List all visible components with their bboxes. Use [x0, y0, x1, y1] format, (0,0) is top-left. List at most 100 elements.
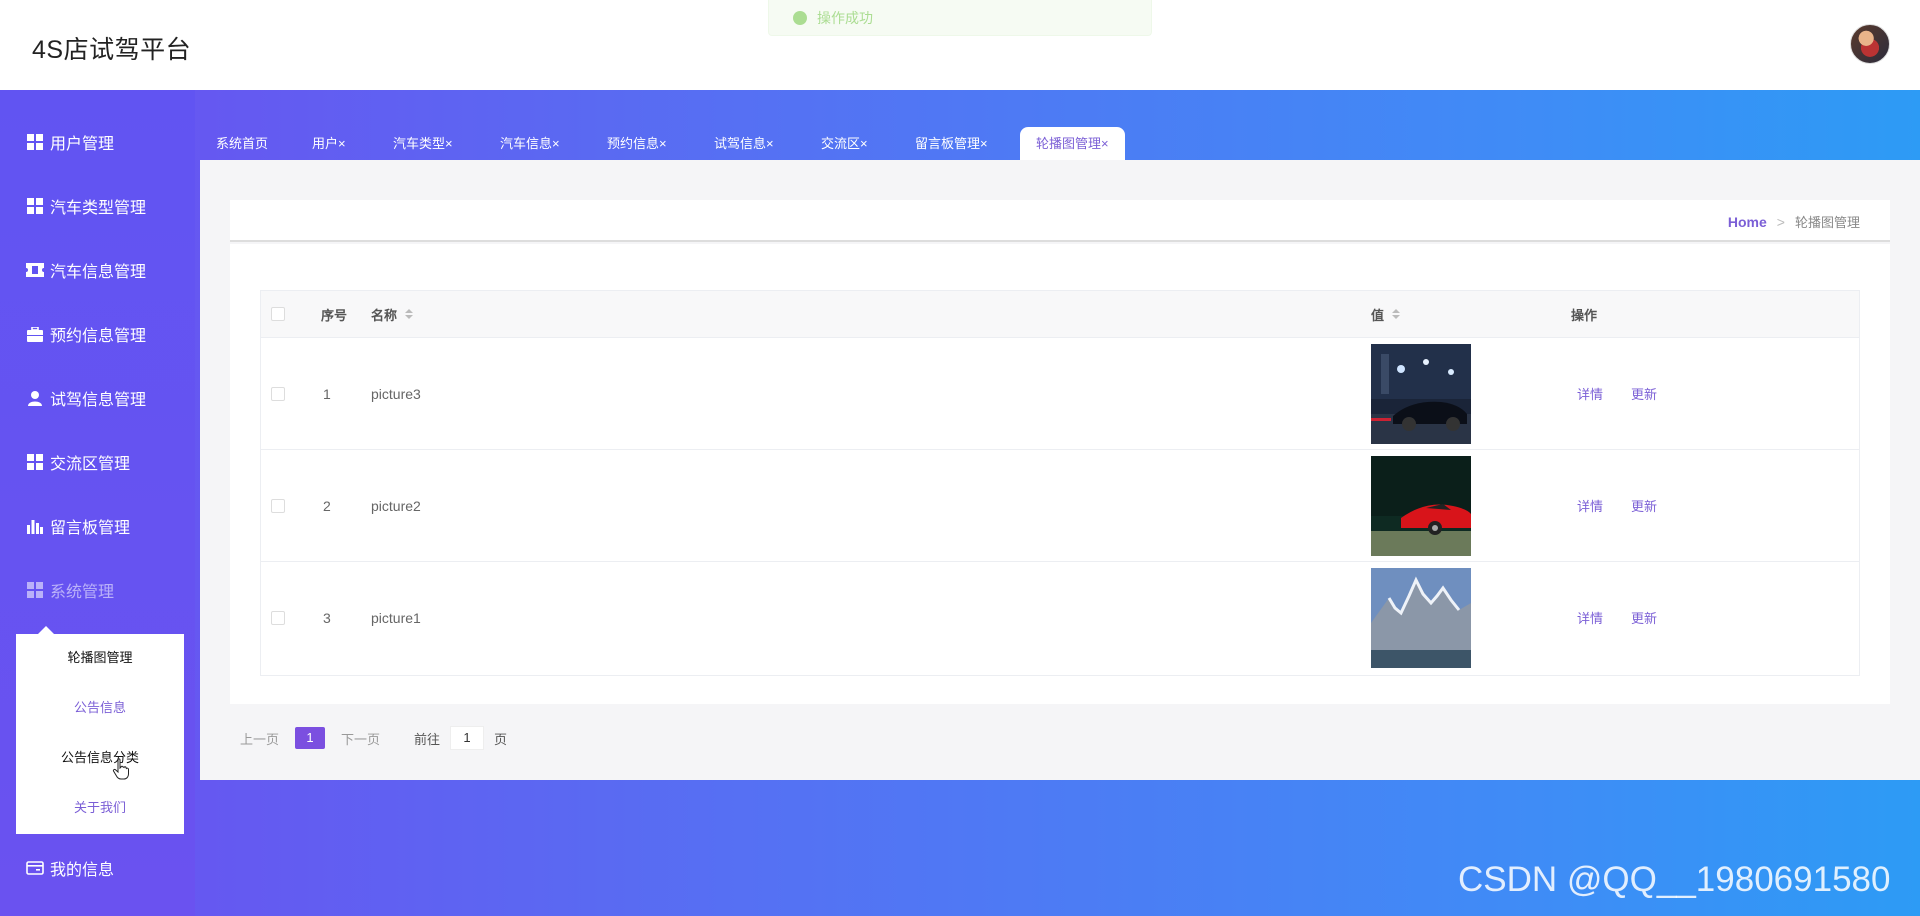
detail-button[interactable]: 详情 [1577, 384, 1603, 403]
sidebar-item-message-board[interactable]: 留言板管理 [0, 506, 195, 546]
update-button[interactable]: 更新 [1631, 496, 1657, 515]
sidebar-item-label: 用户管理 [50, 136, 115, 153]
goto-page-input[interactable]: 1 [450, 726, 485, 750]
submenu-item-about-us[interactable]: 关于我们 [16, 796, 184, 820]
sidebar-item-booking-management[interactable]: 预约信息管理 [0, 314, 195, 354]
tab-home[interactable]: 系统首页 [216, 127, 268, 160]
sidebar-item-car-info-management[interactable]: 汽车信息管理 [0, 250, 195, 290]
row-image [1371, 562, 1471, 673]
detail-button[interactable]: 详情 [1577, 496, 1603, 515]
id-card-icon [26, 859, 44, 877]
header-value[interactable]: 值 [1371, 291, 1401, 337]
breadcrumb-bar: Home > 轮播图管理 [230, 200, 1890, 242]
grid-icon [26, 581, 44, 599]
close-icon[interactable]: × [659, 136, 667, 151]
hand-cursor-icon [112, 758, 129, 780]
row-index: 1 [323, 385, 331, 402]
row-index: 2 [323, 497, 331, 514]
tab-car-type[interactable]: 汽车类型× [393, 127, 453, 160]
table-card: 序号 名称 值 操作 1 picture3 详情 更新 2 picture2 详… [230, 244, 1890, 704]
update-button[interactable]: 更新 [1631, 384, 1657, 403]
row-image [1371, 338, 1471, 449]
close-icon[interactable]: × [860, 136, 868, 151]
tab-car-info[interactable]: 汽车信息× [500, 127, 560, 160]
data-table: 序号 名称 值 操作 1 picture3 详情 更新 2 picture2 详… [260, 290, 1860, 676]
sidebar-item-label: 汽车信息管理 [50, 264, 147, 281]
table-header: 序号 名称 值 操作 [261, 291, 1859, 337]
sidebar-item-car-type-management[interactable]: 汽车类型管理 [0, 186, 195, 226]
prev-page-button[interactable]: 上一页 [240, 729, 279, 748]
table-row: 1 picture3 详情 更新 [261, 337, 1859, 449]
row-checkbox[interactable] [271, 450, 285, 561]
breadcrumb-separator: > [1776, 214, 1785, 230]
grid-icon [26, 133, 44, 151]
sidebar-item-testdrive-management[interactable]: 试驾信息管理 [0, 378, 195, 418]
close-icon[interactable]: × [1101, 136, 1109, 151]
breadcrumb-current: 轮播图管理 [1794, 215, 1860, 230]
system-submenu: 轮播图管理 公告信息 公告信息分类 关于我们 [16, 626, 184, 834]
close-icon[interactable]: × [338, 136, 346, 151]
mountain-image [1371, 567, 1471, 668]
sidebar-item-label: 交流区管理 [50, 456, 131, 473]
watermark: CSDN @QQ__1980691580 [1458, 860, 1891, 899]
row-checkbox[interactable] [271, 562, 285, 673]
success-toast: 操作成功 [768, 0, 1152, 36]
page-number-current[interactable]: 1 [295, 727, 326, 749]
tab-message-board[interactable]: 留言板管理× [915, 127, 988, 160]
close-icon[interactable]: × [445, 136, 453, 151]
tab-testdrive-info[interactable]: 试驾信息× [714, 127, 774, 160]
sidebar-item-label: 留言板管理 [50, 520, 131, 537]
tab-booking-info[interactable]: 预约信息× [607, 127, 667, 160]
breadcrumb: Home > 轮播图管理 [1728, 212, 1860, 231]
row-checkbox[interactable] [271, 338, 285, 449]
goto-label: 前往 [414, 731, 441, 747]
tab-forum[interactable]: 交流区× [821, 127, 868, 160]
sidebar-item-label: 预约信息管理 [50, 328, 147, 345]
main-content: Home > 轮播图管理 序号 名称 值 操作 1 picture3 详情 更新… [200, 160, 1920, 780]
grid-icon [26, 197, 44, 215]
submenu-item-carousel[interactable]: 轮播图管理 [16, 646, 184, 670]
row-name: picture2 [371, 497, 421, 514]
header-index: 序号 [321, 307, 348, 323]
row-name: picture1 [371, 609, 421, 626]
bar-chart-icon [26, 517, 44, 535]
briefcase-icon [26, 325, 44, 343]
close-icon[interactable]: × [766, 136, 774, 151]
sidebar-item-label: 试驾信息管理 [50, 392, 147, 409]
sidebar-item-label: 我的信息 [50, 862, 115, 879]
close-icon[interactable]: × [552, 136, 560, 151]
tab-carousel-management[interactable]: 轮播图管理× [1020, 127, 1125, 160]
row-index: 3 [323, 609, 331, 626]
app-title: 4S店试驾平台 [32, 36, 192, 64]
submenu-item-notice-category[interactable]: 公告信息分类 [16, 746, 184, 770]
next-page-button[interactable]: 下一页 [341, 729, 380, 748]
sidebar-item-label: 汽车类型管理 [50, 200, 147, 217]
breadcrumb-home[interactable]: Home [1728, 214, 1767, 230]
car-night-image [1371, 343, 1471, 444]
row-image [1371, 450, 1471, 561]
sidebar-item-label: 系统管理 [50, 584, 115, 601]
row-name: picture3 [371, 385, 421, 402]
detail-button[interactable]: 详情 [1577, 608, 1603, 627]
table-row: 3 picture1 详情 更新 [261, 561, 1859, 673]
check-circle-icon [793, 10, 807, 25]
header-name[interactable]: 名称 [371, 291, 414, 337]
user-icon [26, 389, 44, 407]
sort-icon[interactable] [405, 309, 414, 319]
toast-message: 操作成功 [817, 9, 873, 26]
update-button[interactable]: 更新 [1631, 608, 1657, 627]
top-header: 4S店试驾平台 操作成功 [0, 0, 1920, 90]
avatar[interactable] [1850, 24, 1890, 64]
page-unit-label: 页 [494, 731, 508, 747]
sidebar-item-my-info[interactable]: 我的信息 [0, 848, 195, 888]
grid-icon [26, 453, 44, 471]
sort-icon[interactable] [1392, 309, 1401, 319]
sidebar-item-forum-management[interactable]: 交流区管理 [0, 442, 195, 482]
close-icon[interactable]: × [980, 136, 988, 151]
tab-user[interactable]: 用户× [312, 127, 346, 160]
submenu-item-notice[interactable]: 公告信息 [16, 696, 184, 720]
sidebar-item-system-management[interactable]: 系统管理 [0, 570, 195, 610]
select-all-checkbox[interactable] [271, 291, 285, 337]
sidebar-item-user-management[interactable]: 用户管理 [0, 122, 195, 162]
header-ops: 操作 [1571, 307, 1598, 323]
